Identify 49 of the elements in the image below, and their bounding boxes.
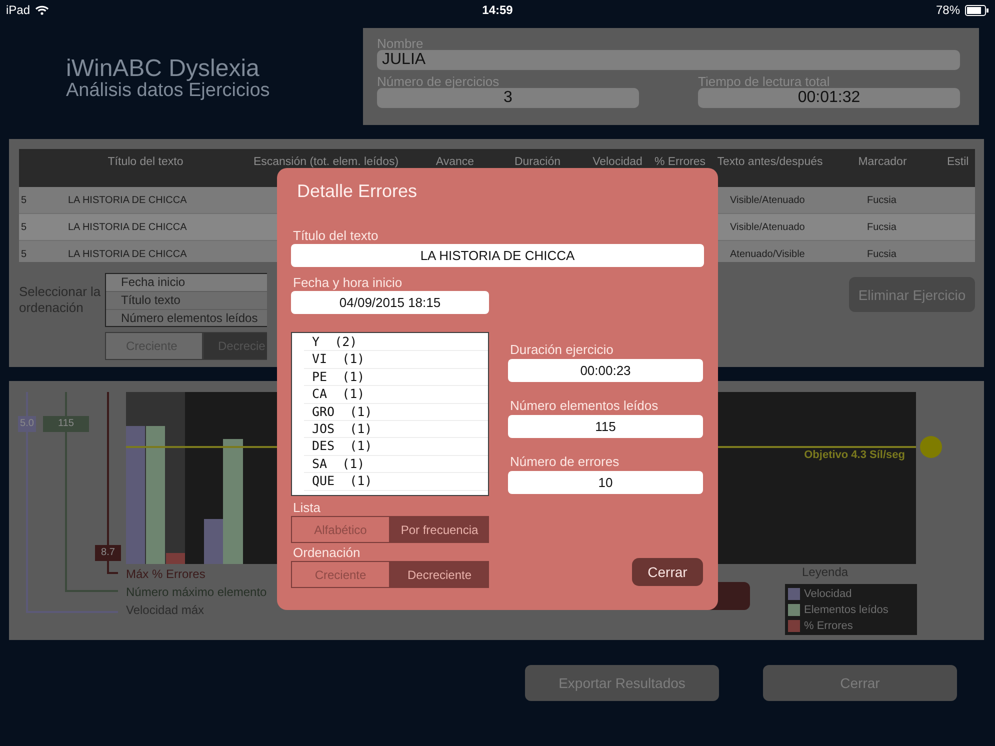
field-label: Lista (293, 500, 322, 516)
axis-caption: Máx % Errores (126, 567, 206, 581)
column-header: Escansión (tot. elem. leídos) (252, 155, 400, 170)
table-cell-text: Visible/Atenuado (730, 194, 806, 206)
column-header: Texto antes/después (716, 155, 824, 170)
column-header: % Errores (653, 155, 707, 170)
table-cell-text: Atenuado/Visible (730, 248, 806, 260)
duration-field: 00:00:23 (508, 359, 703, 382)
goal-label: Objetivo 4.3 Síl/seg (804, 449, 905, 461)
legend-label: Elementos leídos (804, 604, 888, 616)
table-cell-text: LA HISTORIA DE CHICCA (68, 248, 188, 260)
column-header: Velocidad (592, 155, 644, 170)
field-label: Número elementos leídos (510, 398, 660, 414)
field-label: Número de errores (510, 454, 620, 470)
table-cell-text: LA HISTORIA DE CHICCA (68, 222, 188, 232)
start-date-field: 04/09/2015 18:15 (291, 291, 489, 314)
errors-field: 10 (508, 471, 703, 494)
legend-label: % Errores (804, 620, 853, 632)
exercises-field: 3 (377, 88, 639, 108)
time-field: 00:01:32 (698, 88, 960, 108)
column-header: Título del texto (106, 155, 184, 170)
table-cell-text: LA HISTORIA DE CHICCA (68, 194, 188, 206)
field-label: Título del texto (293, 228, 380, 244)
field-label: Fecha y hora inicio (293, 275, 404, 291)
clock: 14:59 (482, 3, 513, 17)
table-cell-text: 5 (20, 222, 28, 232)
table-cell-text: Visible/Atenuado (730, 222, 806, 232)
axis-value: 8.7 (95, 545, 121, 561)
battery-level: 78% (936, 3, 960, 17)
app-title: iWinABC Dyslexia (66, 57, 260, 81)
app-subtitle: Análisis datos Ejercicios (66, 81, 271, 100)
table-cell: Fucsia (867, 194, 896, 206)
table-cell: Fucsia (867, 222, 896, 232)
column-header: Marcador (857, 155, 908, 170)
elements-field: 115 (508, 415, 703, 438)
field-label: Ordenación (293, 545, 362, 561)
table-cell-text: 5 (20, 194, 28, 206)
table-cell: Fucsia (867, 248, 896, 260)
name-field: JULIA (377, 50, 960, 70)
field-label: Duración ejercicio (510, 342, 614, 358)
axis-value: 115 (43, 416, 89, 432)
table-cell-text: 5 (20, 248, 28, 260)
device-name: iPad (6, 3, 30, 17)
column-header: Duración (513, 155, 562, 170)
legend-label: Velocidad (804, 588, 852, 600)
text-title-field: LA HISTORIA DE CHICCA (291, 244, 704, 267)
column-header: Avance (434, 155, 476, 170)
column-header: Estil (946, 155, 970, 170)
dialog-title: Detalle Errores (297, 181, 418, 202)
